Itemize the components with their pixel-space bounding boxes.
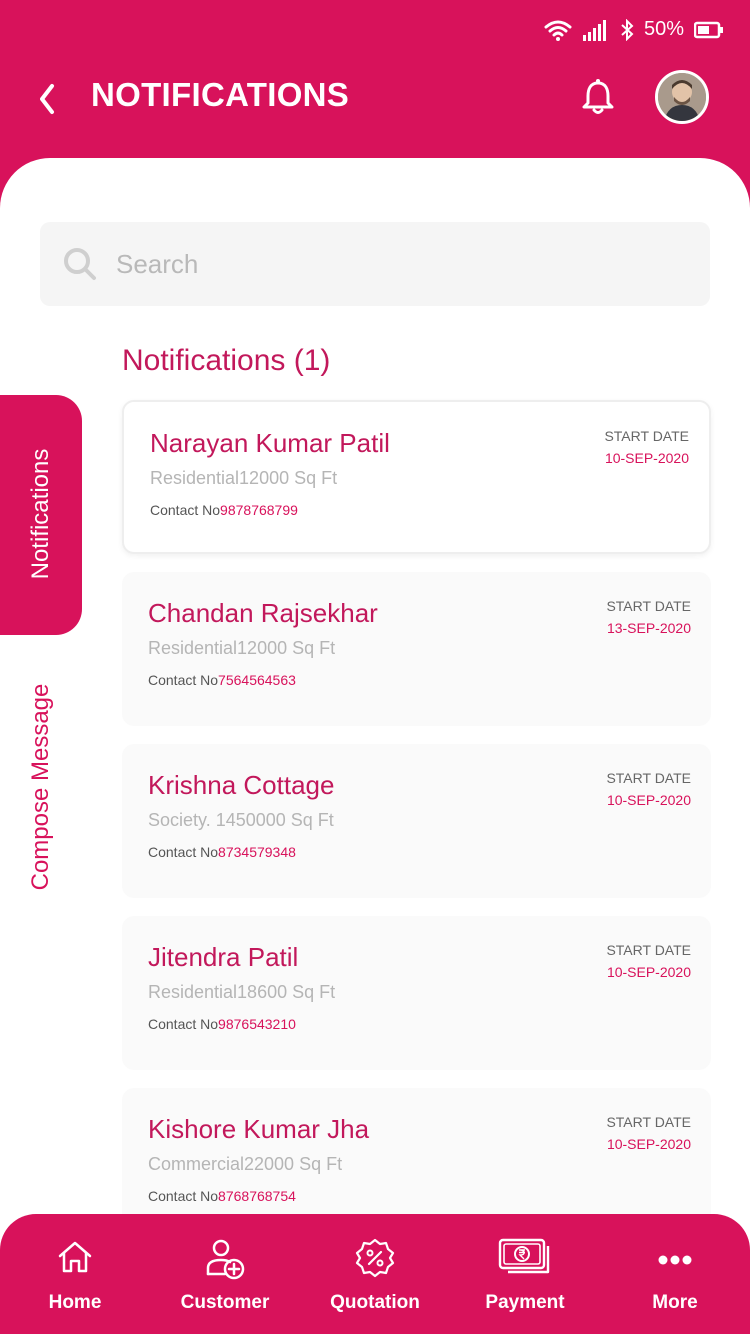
customer-name: Krishna Cottage bbox=[148, 770, 335, 800]
contact-label: Contact No bbox=[148, 1188, 219, 1204]
battery-icon bbox=[694, 21, 724, 39]
contact-label: Contact No bbox=[148, 844, 219, 860]
customer-name: Chandan Rajsekhar bbox=[148, 598, 378, 628]
contact-label: Contact No bbox=[148, 672, 219, 688]
start-date-label: START DATE bbox=[606, 770, 691, 786]
contact-info: Contact No7564564563 bbox=[148, 672, 296, 688]
start-date: 10-SEP-2020 bbox=[606, 792, 691, 808]
add-user-icon bbox=[205, 1238, 245, 1285]
notifications-button[interactable] bbox=[580, 78, 616, 116]
start-date: 10-SEP-2020 bbox=[604, 450, 689, 466]
nav-customer-label: Customer bbox=[180, 1292, 270, 1313]
wifi-icon bbox=[544, 19, 572, 41]
page-title: NOTIFICATIONS bbox=[91, 76, 350, 113]
start-date: 13-SEP-2020 bbox=[606, 620, 691, 636]
search-input[interactable] bbox=[116, 222, 676, 306]
signal-icon bbox=[582, 19, 610, 41]
nav-payment[interactable]: Payment bbox=[450, 1214, 600, 1334]
property-detail: Residential12000 Sq Ft bbox=[150, 468, 338, 488]
nav-customer[interactable]: Customer bbox=[150, 1214, 300, 1334]
contact-number[interactable]: 8734579348 bbox=[218, 844, 296, 860]
search-bar bbox=[40, 222, 710, 306]
percent-badge-icon bbox=[355, 1238, 395, 1283]
bell-icon bbox=[580, 79, 616, 120]
bottom-navigation: Home Customer Quotation Payment More bbox=[0, 1214, 750, 1334]
contact-label: Contact No bbox=[150, 502, 221, 518]
nav-more[interactable]: More bbox=[600, 1214, 750, 1334]
app-header: NOTIFICATIONS bbox=[0, 66, 750, 130]
nav-home-label: Home bbox=[48, 1292, 102, 1313]
tab-notifications-label[interactable]: Notifications bbox=[27, 419, 55, 609]
start-date-label: START DATE bbox=[606, 598, 691, 614]
contact-info: Contact No8768768754 bbox=[148, 1188, 296, 1204]
back-button[interactable] bbox=[34, 82, 62, 116]
customer-name: Narayan Kumar Patil bbox=[150, 428, 390, 458]
search-icon bbox=[62, 246, 98, 287]
contact-info: Contact No9878768799 bbox=[150, 502, 298, 518]
property-detail: Society. 1450000 Sq Ft bbox=[148, 810, 334, 830]
home-icon bbox=[56, 1238, 94, 1281]
contact-info: Contact No8734579348 bbox=[148, 844, 296, 860]
contact-number[interactable]: 9878768799 bbox=[220, 502, 298, 518]
nav-quotation[interactable]: Quotation bbox=[300, 1214, 450, 1334]
contact-number[interactable]: 8768768754 bbox=[218, 1188, 296, 1204]
tab-compose-message[interactable]: Compose Message bbox=[27, 670, 55, 904]
start-date: 10-SEP-2020 bbox=[606, 1136, 691, 1152]
property-detail: Residential18600 Sq Ft bbox=[148, 982, 336, 1002]
bluetooth-icon bbox=[620, 18, 634, 41]
nav-home[interactable]: Home bbox=[0, 1214, 150, 1334]
notification-card[interactable]: Chandan Rajsekhar Residential12000 Sq Ft… bbox=[122, 572, 711, 726]
more-dots-icon bbox=[655, 1238, 695, 1283]
rupee-note-icon bbox=[498, 1238, 552, 1281]
customer-name: Kishore Kumar Jha bbox=[148, 1114, 370, 1144]
property-detail: Residential12000 Sq Ft bbox=[148, 638, 336, 658]
start-date-label: START DATE bbox=[604, 428, 689, 444]
nav-more-label: More bbox=[652, 1292, 698, 1313]
nav-payment-label: Payment bbox=[485, 1292, 565, 1313]
contact-label: Contact No bbox=[148, 1016, 219, 1032]
notification-card[interactable]: Krishna Cottage Society. 1450000 Sq Ft C… bbox=[122, 744, 711, 898]
notification-card[interactable]: Jitendra Patil Residential18600 Sq Ft Co… bbox=[122, 916, 711, 1070]
property-detail: Commercial22000 Sq Ft bbox=[148, 1154, 343, 1174]
start-date: 10-SEP-2020 bbox=[606, 964, 691, 980]
contact-info: Contact No9876543210 bbox=[148, 1016, 296, 1032]
start-date-label: START DATE bbox=[606, 1114, 691, 1130]
contact-number[interactable]: 7564564563 bbox=[218, 672, 296, 688]
nav-quotation-label: Quotation bbox=[330, 1292, 420, 1313]
status-bar: 50% bbox=[0, 0, 750, 66]
avatar[interactable] bbox=[655, 70, 709, 124]
start-date-label: START DATE bbox=[606, 942, 691, 958]
customer-name: Jitendra Patil bbox=[148, 942, 299, 972]
chevron-left-icon bbox=[34, 84, 62, 120]
section-title: Notifications (1) bbox=[122, 344, 331, 377]
battery-percent: 50% bbox=[643, 18, 684, 40]
status-icons: 50% bbox=[544, 18, 724, 41]
notification-card[interactable]: Narayan Kumar Patil Residential12000 Sq … bbox=[122, 400, 711, 554]
contact-number[interactable]: 9876543210 bbox=[218, 1016, 296, 1032]
